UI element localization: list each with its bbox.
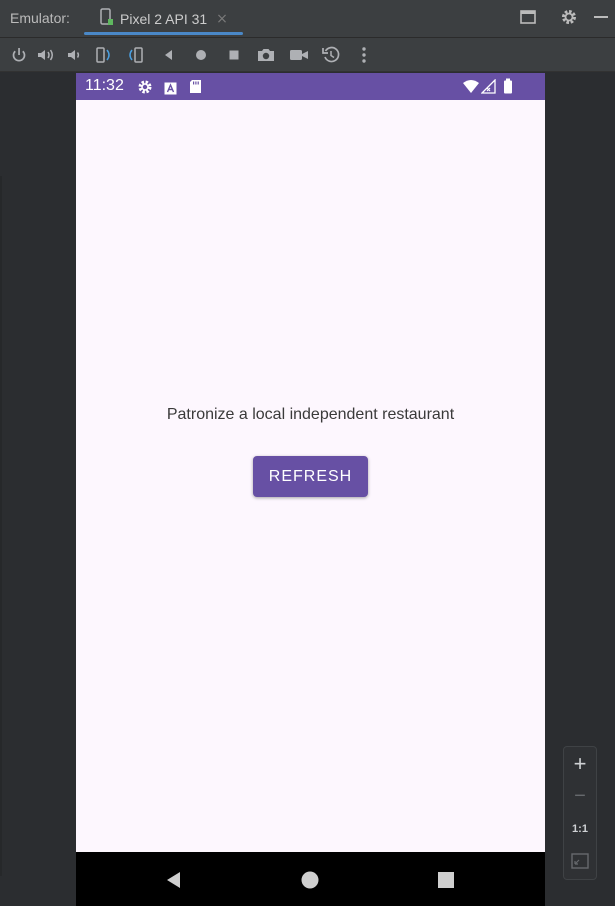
- nav-overview-icon[interactable]: [434, 868, 458, 892]
- app-content: Patronize a local independent restaurant…: [76, 100, 545, 852]
- emulator-background: [0, 72, 76, 906]
- status-time: 11:32: [85, 77, 124, 94]
- fit-screen-icon[interactable]: [564, 847, 596, 875]
- emulator-label: Emulator:: [10, 10, 70, 26]
- device-icon: [100, 8, 114, 30]
- battery-icon: [503, 78, 513, 98]
- actual-size-button[interactable]: 1:1: [564, 815, 596, 843]
- overview-icon[interactable]: [223, 44, 245, 66]
- rotate-left-icon[interactable]: [92, 44, 114, 66]
- window-mode-icon[interactable]: [519, 8, 537, 26]
- settings-gear-icon[interactable]: [560, 8, 578, 26]
- device-tab[interactable]: Pixel 2 API 31 ×: [84, 0, 243, 38]
- keyboard-app-icon: [164, 80, 177, 99]
- wifi-icon: [462, 79, 480, 98]
- power-icon[interactable]: [8, 44, 30, 66]
- volume-up-icon[interactable]: [35, 44, 57, 66]
- restaurant-message: Patronize a local independent restaurant: [166, 406, 455, 423]
- home-icon[interactable]: [190, 44, 212, 66]
- nav-back-icon[interactable]: [162, 868, 186, 892]
- active-tab-indicator: [84, 32, 243, 35]
- snapshot-icon[interactable]: [320, 44, 342, 66]
- close-tab-icon[interactable]: ×: [216, 11, 228, 27]
- device-screen[interactable]: 11:32 Patronize a local independent rest…: [76, 73, 545, 906]
- device-tab-name: Pixel 2 API 31: [120, 11, 208, 27]
- rotate-right-icon[interactable]: [125, 44, 147, 66]
- back-icon[interactable]: [158, 44, 180, 66]
- navigation-bar: [76, 852, 545, 906]
- settings-gear-icon: [137, 79, 153, 99]
- panel-divider: [0, 176, 2, 876]
- nav-home-icon[interactable]: [298, 868, 322, 892]
- screen-record-icon[interactable]: [288, 44, 310, 66]
- more-icon[interactable]: [353, 44, 375, 66]
- zoom-controls: + − 1:1: [563, 746, 597, 880]
- cellular-signal-icon: [480, 78, 497, 98]
- emulator-title-bar: Emulator: Pixel 2 API 31 ×: [0, 0, 615, 38]
- sd-card-icon: [189, 79, 202, 98]
- volume-down-icon[interactable]: [63, 44, 85, 66]
- minimize-icon[interactable]: [593, 8, 609, 26]
- zoom-out-button[interactable]: −: [564, 782, 596, 810]
- screenshot-icon[interactable]: [255, 44, 277, 66]
- emulator-toolbar: [0, 38, 615, 72]
- zoom-in-button[interactable]: +: [564, 750, 596, 778]
- refresh-button[interactable]: REFRESH: [253, 456, 368, 497]
- status-bar: 11:32: [76, 73, 545, 100]
